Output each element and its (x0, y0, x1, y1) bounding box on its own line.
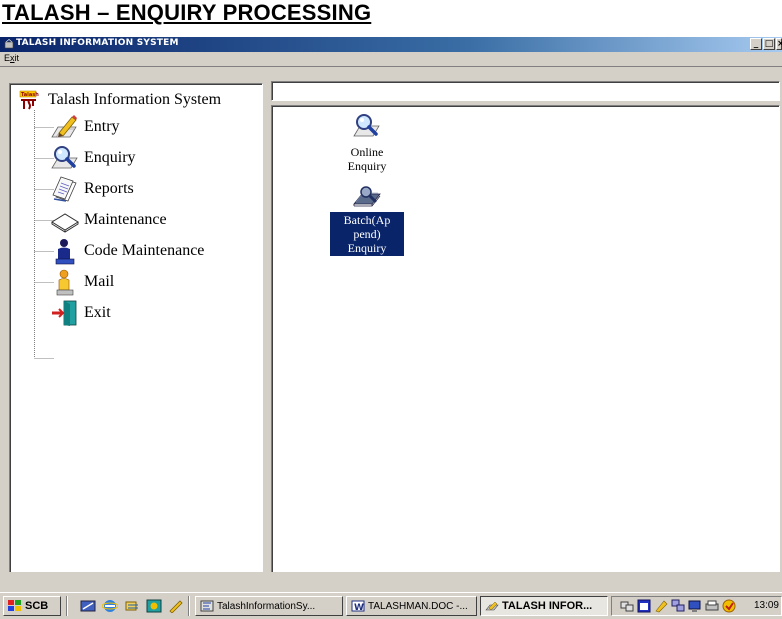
report-sheets-icon (52, 176, 77, 202)
app-icon (4, 39, 14, 49)
maximize-button[interactable]: □ (763, 38, 775, 50)
diamond-tray-icon (51, 213, 79, 233)
online-enquiry-label: Online Enquiry (347, 145, 387, 173)
magnifier-paper-icon (353, 114, 380, 137)
tree-item-maintenance[interactable]: Maintenance (50, 205, 167, 235)
magnifier-paper-icon (51, 146, 78, 169)
batch-enquiry-label: Batch(Ap pend) Enquiry (330, 212, 404, 256)
taskbar-separator (66, 596, 68, 616)
menu-exit[interactable]: Exit (4, 53, 19, 63)
tree-item-exit[interactable]: Exit (50, 298, 111, 328)
tree-root[interactable]: Talash Talash Information System (18, 89, 221, 111)
path-bar[interactable] (271, 81, 780, 101)
start-button[interactable]: SCB (3, 596, 61, 616)
pencil-tool-icon[interactable] (168, 599, 184, 613)
task-button-talash-info[interactable]: TALASH INFOR... (480, 596, 608, 616)
word-document-icon: W (351, 600, 365, 612)
internet-explorer-icon[interactable] (102, 599, 118, 613)
tree-root-label: Talash Information System (48, 91, 222, 108)
show-desktop-icon[interactable] (80, 599, 96, 613)
system-tray: 13:09 (611, 596, 782, 616)
computers-icon[interactable] (671, 599, 685, 613)
vb-project-icon (200, 600, 214, 612)
printer-icon[interactable] (705, 599, 719, 613)
blue-window-icon[interactable] (637, 599, 651, 613)
tree-item-code-maintenance[interactable]: Code Maintenance (50, 236, 204, 266)
talash-logo-icon: Talash (19, 90, 39, 110)
content-pane: Online Enquiry Batch(Ap pend) Enquiry (271, 105, 780, 609)
online-enquiry-item[interactable]: Online Enquiry (330, 112, 404, 174)
title-bar[interactable]: TALASH INFORMATION SYSTEM _ □ × (0, 37, 782, 52)
svg-text:W: W (354, 603, 364, 612)
navigation-tree[interactable]: Talash Talash Information System Entry E… (9, 83, 263, 609)
pencil-paper-icon (51, 115, 77, 138)
monitor-icon[interactable] (688, 599, 702, 613)
person-blue-icon (55, 239, 75, 265)
tree-item-entry[interactable]: Entry (50, 112, 120, 142)
menu-bar: Exit (0, 52, 782, 67)
taskbar-separator (188, 596, 190, 616)
minimize-button[interactable]: _ (750, 38, 762, 50)
svg-text:Talash: Talash (21, 92, 39, 98)
tree-item-mail[interactable]: Mail (50, 267, 114, 297)
windows-logo-icon (8, 600, 21, 611)
task-button-talash-vb[interactable]: TalashInformationSy... (195, 596, 343, 616)
clock[interactable]: 13:09 (754, 600, 779, 611)
task-button-talashman-doc[interactable]: W TALASHMAN.DOC -... (346, 596, 477, 616)
network-icon[interactable] (620, 599, 634, 613)
close-button[interactable]: × (776, 38, 782, 50)
batch-stack-icon (353, 186, 381, 207)
outlook-icon[interactable] (146, 599, 162, 613)
taskbar: SCB TalashInformationSy... W TALASHMAN.D… (0, 592, 782, 619)
window-title: TALASH INFORMATION SYSTEM (16, 38, 179, 48)
person-yellow-icon (56, 269, 74, 296)
batch-append-enquiry-item[interactable]: Batch(Ap pend) Enquiry (330, 184, 404, 256)
status-bar (0, 572, 782, 592)
antivirus-icon[interactable] (722, 599, 736, 613)
pencil-tray-icon[interactable] (654, 599, 668, 613)
tree-item-enquiry[interactable]: Enquiry (50, 143, 136, 173)
folder-tree-icon[interactable] (124, 599, 140, 613)
app-window: TALASH INFORMATION SYSTEM _ □ × Exit Tal… (0, 37, 782, 619)
tree-item-reports[interactable]: Reports (50, 174, 134, 204)
talash-app-icon (485, 601, 499, 611)
document-heading: TALASH – ENQUIRY PROCESSING (2, 0, 372, 25)
exit-door-icon (52, 300, 77, 326)
